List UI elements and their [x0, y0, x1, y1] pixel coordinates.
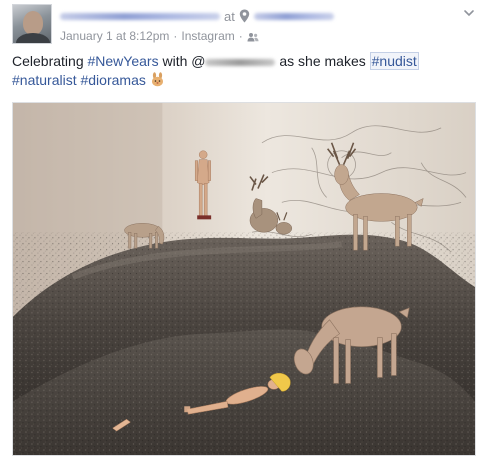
text-segment: as she makes	[275, 53, 370, 69]
at-label: at	[224, 8, 235, 24]
friends-icon[interactable]	[247, 31, 259, 42]
diorama-photo[interactable]	[12, 102, 476, 456]
post-source[interactable]: Instagram	[181, 29, 234, 43]
redacted-author-name[interactable]	[60, 12, 220, 20]
hashtag-newyears[interactable]: #NewYears	[88, 53, 159, 69]
meta-separator-2: ·	[238, 29, 243, 43]
meta-separator: ·	[173, 29, 178, 43]
author-line: at	[60, 8, 334, 24]
chevron-down-icon[interactable]	[462, 6, 476, 20]
feed-post: at January 1 at 8:12pm · Instagram · Cel…	[0, 0, 488, 459]
hashtag-nudist[interactable]: #nudist	[369, 52, 419, 70]
hashtag-dioramas[interactable]: #dioramas	[80, 72, 145, 88]
text-segment: Celebrating	[12, 53, 88, 69]
post-header: at January 1 at 8:12pm · Instagram ·	[12, 4, 478, 44]
author-avatar[interactable]	[12, 4, 52, 44]
post-text: Celebrating #NewYears with @ as she make…	[12, 52, 472, 90]
bunny-emoji	[150, 72, 165, 87]
post-meta: January 1 at 8:12pm · Instagram ·	[60, 28, 259, 44]
text-segment: with @	[158, 53, 206, 69]
redacted-mention[interactable]	[205, 59, 276, 66]
location-pin-icon	[239, 9, 250, 23]
hashtag-naturalist[interactable]: #naturalist	[12, 72, 77, 88]
redacted-location[interactable]	[253, 12, 334, 20]
post-timestamp[interactable]: January 1 at 8:12pm	[60, 29, 169, 43]
